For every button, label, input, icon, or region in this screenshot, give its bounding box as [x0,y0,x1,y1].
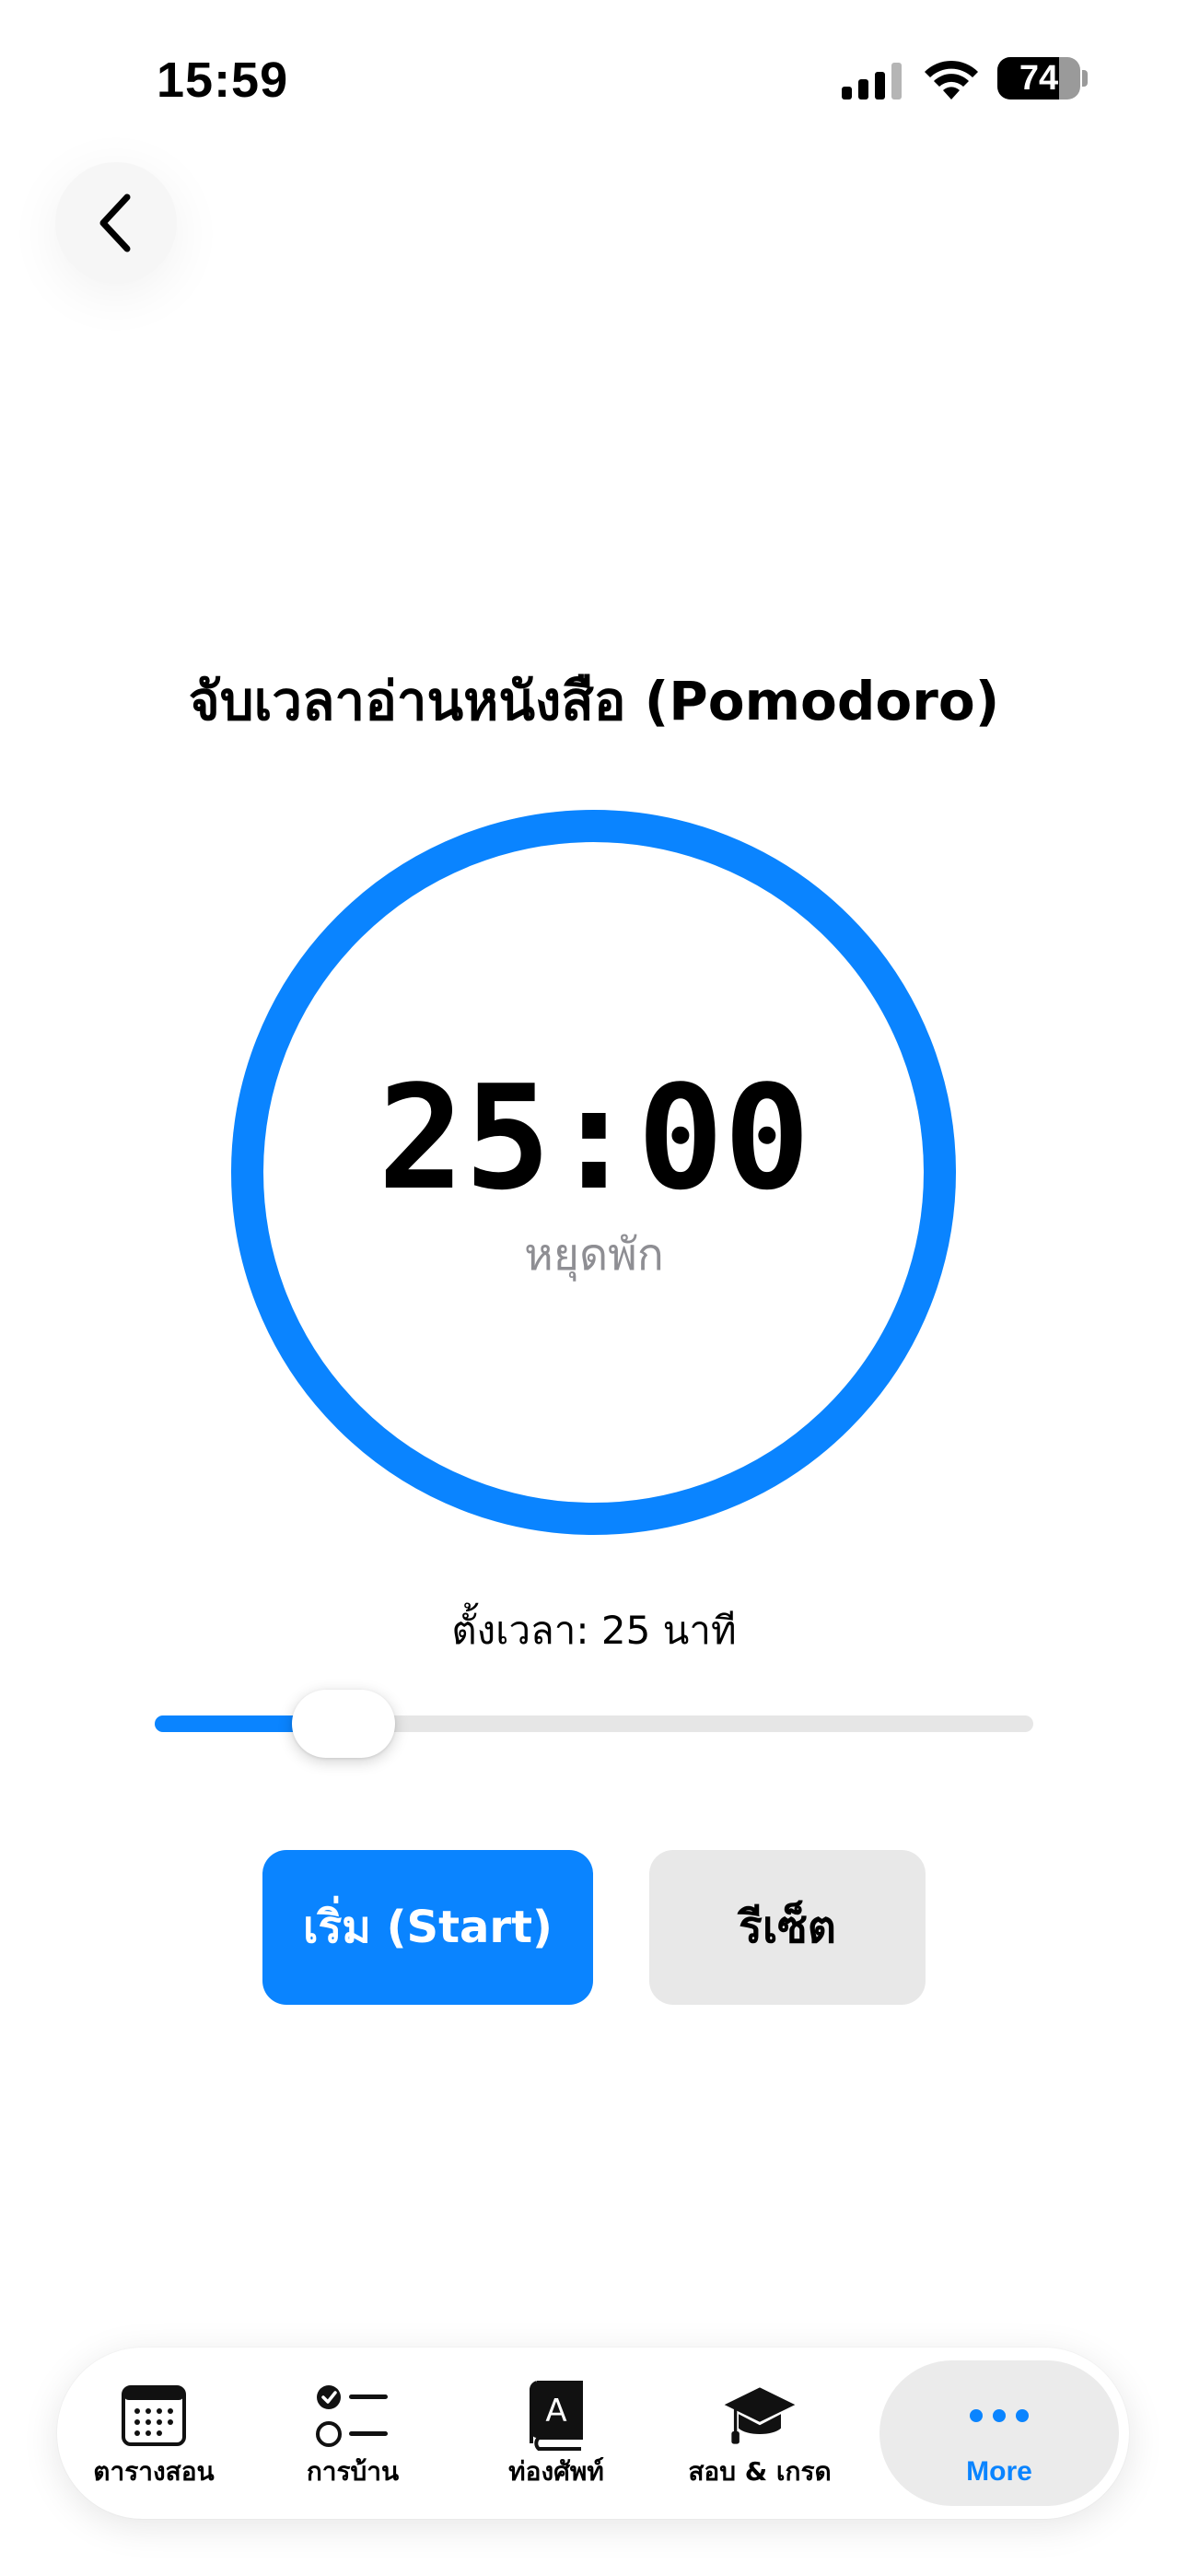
duration-slider-thumb[interactable] [292,1690,396,1758]
tab-more[interactable]: More [879,2360,1119,2506]
tab-label: ตารางสอน [93,2456,215,2487]
start-button[interactable]: เริ่ม (Start) [262,1850,593,2005]
set-time-label: ตั้งเวลา: 25 นาที [451,1608,737,1653]
battery-cap [1082,70,1088,87]
tab-label: More [966,2456,1032,2487]
dictionary-icon: A [530,2381,583,2451]
tab-homework[interactable]: การบ้าน [256,2348,449,2519]
tab-schedule[interactable]: ตารางสอน [57,2348,250,2519]
tab-label: ท่องศัพท์ [508,2456,604,2487]
timer-status-label: หยุดพัก [524,1229,664,1281]
tab-vocabulary[interactable]: A ท่องศัพท์ [460,2348,653,2519]
calendar-icon [122,2385,186,2446]
reset-button[interactable]: รีเซ็ต [649,1850,926,2005]
page-title: จับเวลาอ่านหนังสือ (Pomodoro) [188,670,1000,732]
checklist-icon [316,2385,388,2447]
svg-text:A: A [545,2393,566,2430]
more-dots-icon [970,2409,1029,2422]
tab-label: การบ้าน [306,2456,400,2487]
timer-countdown: 25:00 [378,1054,810,1222]
back-button[interactable] [55,162,177,284]
wifi-icon [925,60,978,100]
graduation-cap-icon [724,2387,796,2444]
tab-label: สอบ & เกรด [688,2456,832,2487]
tab-exams-grades[interactable]: สอบ & เกรด [663,2348,856,2519]
duration-slider-track[interactable] [155,1715,1033,1732]
cellular-signal-icon [842,63,902,100]
tab-bar: ตารางสอน การบ้าน A ท่องศัพท์ สอบ & เกรด … [57,2348,1129,2519]
battery-level-text: 74 [1019,59,1059,98]
battery-icon: 74 [997,57,1080,100]
status-time: 15:59 [157,53,289,108]
chevron-left-icon [99,193,131,252]
